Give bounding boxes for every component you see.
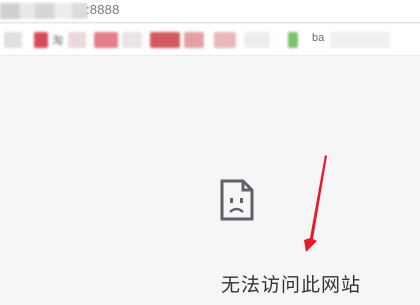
bookmark-item[interactable] bbox=[94, 32, 118, 48]
error-page bbox=[0, 57, 420, 305]
bookmark-label[interactable]: ba bbox=[312, 32, 324, 44]
bookmark-item[interactable] bbox=[150, 32, 180, 48]
bookmark-favicon[interactable] bbox=[288, 32, 298, 48]
bookmark-item[interactable] bbox=[34, 32, 48, 48]
bookmark-item[interactable] bbox=[122, 32, 142, 48]
sad-page-icon bbox=[220, 179, 254, 221]
bookmark-item[interactable] bbox=[68, 32, 86, 48]
address-bar[interactable]: :8888 bbox=[0, 0, 420, 23]
bookmark-item[interactable] bbox=[330, 32, 390, 48]
bookmark-item[interactable] bbox=[244, 32, 270, 48]
bookmarks-bar: 淘 ba bbox=[0, 24, 420, 56]
url-host-redacted bbox=[0, 3, 88, 19]
bookmark-item[interactable] bbox=[4, 32, 22, 48]
bookmark-item[interactable] bbox=[214, 32, 236, 48]
error-title: 无法访问此网站 bbox=[221, 274, 362, 296]
url-port-text: :8888 bbox=[86, 2, 120, 17]
bookmark-item[interactable] bbox=[184, 32, 204, 48]
bookmark-label[interactable]: 淘 bbox=[52, 32, 63, 48]
